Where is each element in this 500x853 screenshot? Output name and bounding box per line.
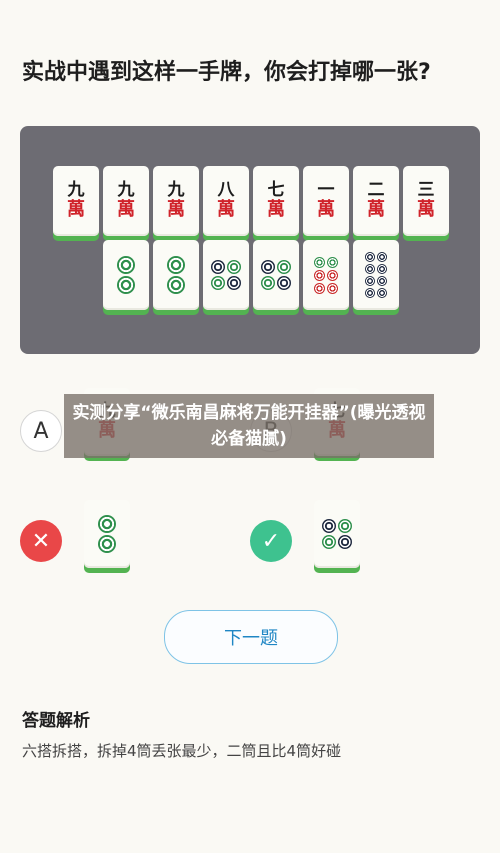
tile-rank: 九: [167, 180, 185, 200]
next-question-button[interactable]: 下一题: [164, 610, 338, 664]
tile-rank: 九: [117, 180, 135, 200]
hand-tile-wan[interactable]: 一萬: [303, 166, 349, 236]
hand-tile-wan[interactable]: 七萬: [253, 166, 299, 236]
mahjong-hand-board: 九萬九萬九萬八萬七萬一萬二萬三萬: [20, 126, 480, 354]
tile-rank: 三: [417, 180, 435, 200]
hand-tile-tong[interactable]: [103, 240, 149, 310]
tile-suit: 萬: [117, 199, 135, 220]
circle-suit-pattern: [365, 252, 387, 298]
analysis-text: 六搭拆搭，拆掉4筒丢张最少，二筒且比4筒好碰: [22, 742, 342, 760]
tile-suit: 萬: [267, 199, 285, 220]
tile-suit: 萬: [217, 199, 235, 220]
circle-pip: [314, 269, 325, 281]
circle-pip: [338, 519, 352, 533]
circle-suit-pattern: [117, 256, 135, 294]
tile-rank: 九: [67, 180, 85, 200]
circle-pip: [211, 260, 225, 274]
circle-pip: [277, 276, 291, 290]
hand-tile-wan[interactable]: 九萬: [103, 166, 149, 236]
correct-answer-tile[interactable]: [314, 500, 360, 568]
circle-pip: [277, 260, 291, 274]
circle-pip: [322, 535, 336, 549]
circle-pip: [327, 256, 338, 268]
circle-pip: [365, 288, 375, 298]
hand-tile-tong[interactable]: [353, 240, 399, 310]
circle-pip: [365, 252, 375, 262]
circle-pip: [365, 264, 375, 274]
close-icon: ✕: [20, 520, 62, 562]
tile-suit: 萬: [417, 199, 435, 220]
tile-rank: 七: [267, 180, 285, 200]
circle-pip: [327, 282, 338, 294]
hand-tile-tong[interactable]: [153, 240, 199, 310]
circle-pip: [167, 256, 185, 274]
circle-pip: [377, 252, 387, 262]
check-icon: ✓: [250, 520, 292, 562]
tile-rank: 二: [367, 180, 385, 200]
circle-suit-pattern: [314, 256, 338, 294]
tile-suit: 萬: [167, 199, 185, 220]
circle-suit-pattern: [261, 260, 291, 290]
tile-rank: 八: [217, 180, 235, 200]
circle-pip: [322, 519, 336, 533]
circle-pip: [377, 276, 387, 286]
question-text: 实战中遇到这样一手牌，你会打掉哪一张?: [22, 60, 431, 85]
hand-tile-tong[interactable]: [203, 240, 249, 310]
circle-pip: [327, 269, 338, 281]
circle-pip: [227, 276, 241, 290]
circle-pip: [98, 535, 116, 553]
circle-pip: [211, 276, 225, 290]
hand-tile-wan[interactable]: 三萬: [403, 166, 449, 236]
circle-pip: [314, 282, 325, 294]
tile-rank: 一: [317, 180, 335, 200]
circle-pip: [377, 288, 387, 298]
analysis-title: 答题解析: [22, 711, 90, 731]
hand-tile-tong[interactable]: [303, 240, 349, 310]
hand-tile-wan[interactable]: 九萬: [153, 166, 199, 236]
option-a-button[interactable]: A: [20, 410, 62, 452]
wrong-answer-tile[interactable]: [84, 500, 130, 568]
option-a-label: A: [33, 418, 49, 444]
tile-suit: 萬: [67, 199, 85, 220]
circle-pip: [377, 264, 387, 274]
circle-suit-pattern: [167, 256, 185, 294]
tile-suit: 萬: [367, 199, 385, 220]
tile-suit: 萬: [317, 199, 335, 220]
circle-pip: [261, 276, 275, 290]
overlay-banner: 实测分享“微乐南昌麻将万能开挂器”(曝光透视必备猫腻): [64, 394, 434, 458]
circle-pip: [365, 276, 375, 286]
circle-pip: [98, 515, 116, 533]
circle-pip: [314, 256, 325, 268]
hand-tile-tong[interactable]: [253, 240, 299, 310]
hand-tile-wan[interactable]: 八萬: [203, 166, 249, 236]
hand-tile-wan[interactable]: 九萬: [53, 166, 99, 236]
hand-tile-wan[interactable]: 二萬: [353, 166, 399, 236]
circle-suit-pattern: [98, 515, 116, 553]
circle-suit-pattern: [322, 519, 352, 549]
circle-pip: [117, 276, 135, 294]
circle-pip: [117, 256, 135, 274]
circle-pip: [338, 535, 352, 549]
circle-pip: [167, 276, 185, 294]
circle-pip: [261, 260, 275, 274]
circle-suit-pattern: [211, 260, 241, 290]
circle-pip: [227, 260, 241, 274]
